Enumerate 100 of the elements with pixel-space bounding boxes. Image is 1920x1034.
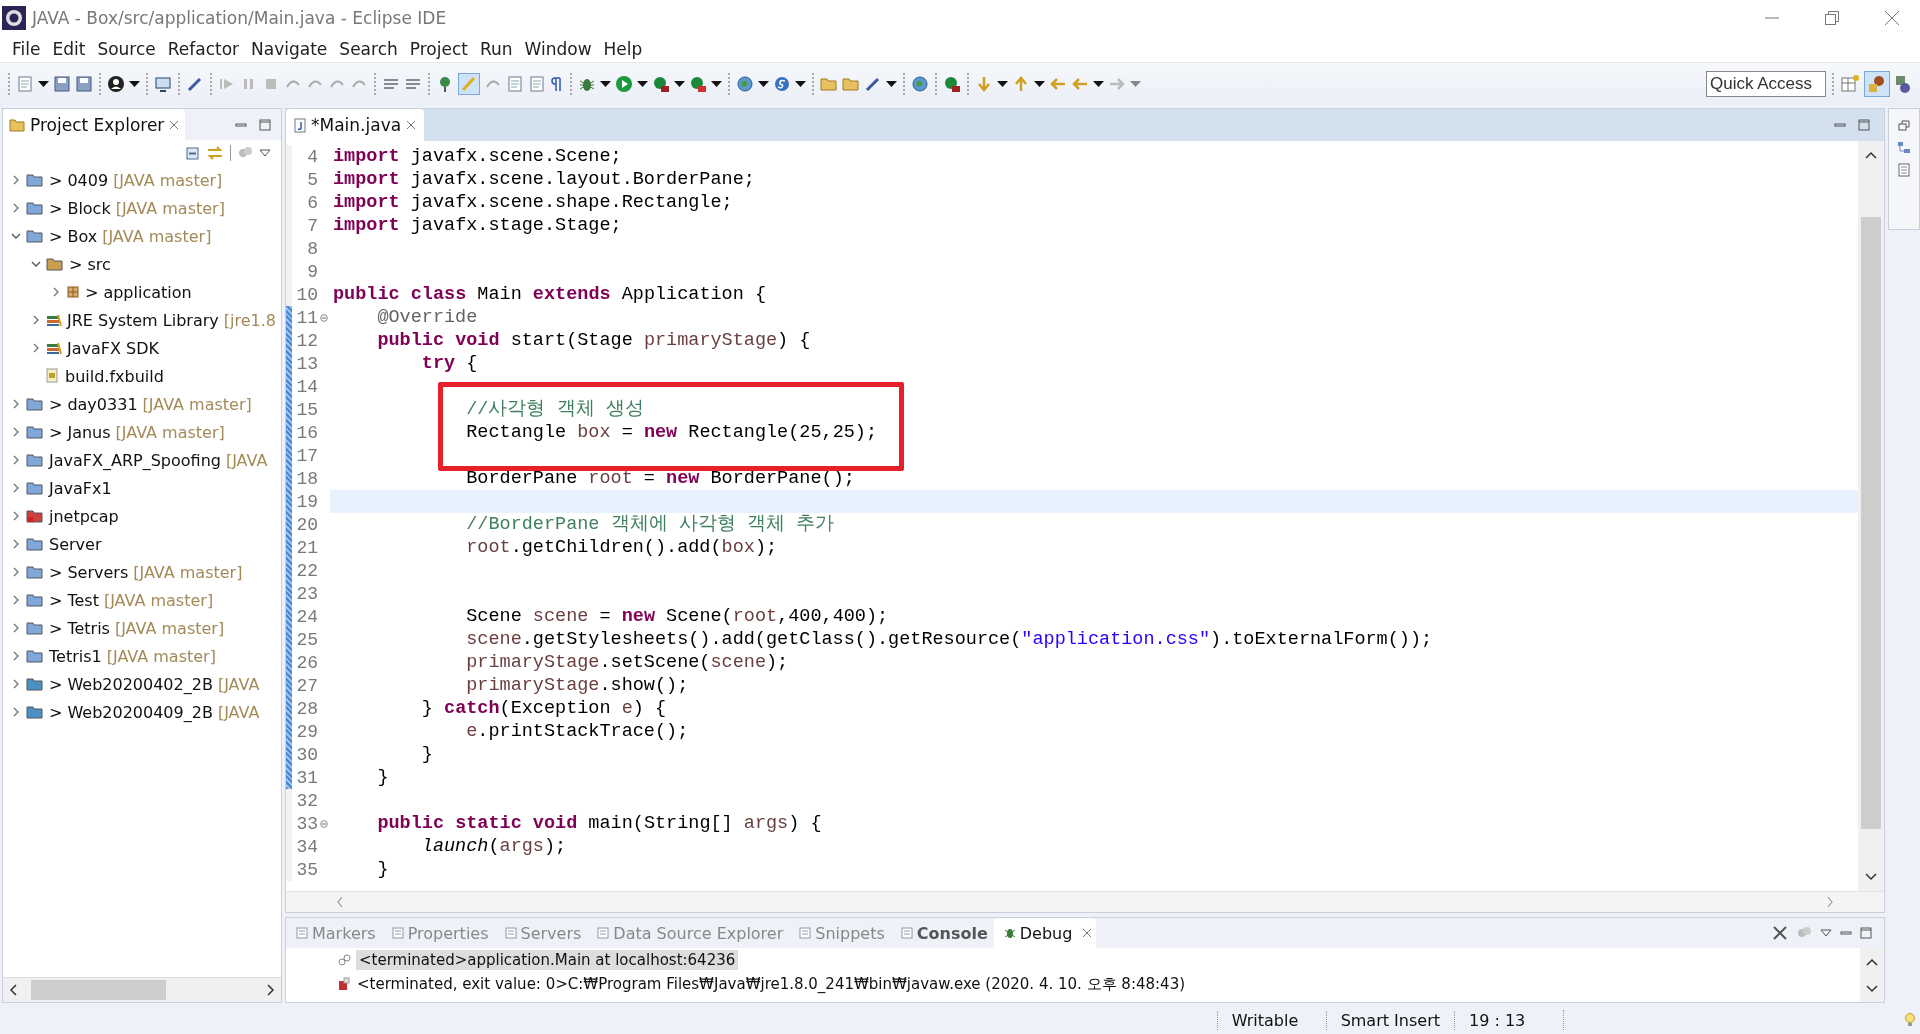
view-tab[interactable]: Console xyxy=(890,918,992,948)
tree-item-label[interactable]: JavaFx1 xyxy=(49,478,112,498)
globe-icon[interactable] xyxy=(911,75,929,93)
tree-item-label[interactable]: Tetris1 xyxy=(49,646,102,666)
menu-item[interactable]: Run xyxy=(474,39,518,59)
chevron-right-icon[interactable] xyxy=(11,567,21,577)
tree-item-label[interactable]: Test xyxy=(67,590,99,610)
maximize-icon[interactable] xyxy=(259,118,271,131)
tree-item-label[interactable]: Block xyxy=(67,198,111,218)
person-icon[interactable] xyxy=(107,75,125,93)
chevron-down-icon[interactable] xyxy=(11,231,21,241)
close-icon[interactable] xyxy=(169,119,180,130)
tree-item-label[interactable]: Janus xyxy=(67,422,111,442)
chevron-right-icon[interactable] xyxy=(31,315,41,325)
menu-item[interactable]: Refactor xyxy=(162,39,245,59)
run-config-icon[interactable] xyxy=(943,75,961,93)
tree-item-label[interactable]: application xyxy=(103,282,192,302)
pilcrow-icon[interactable] xyxy=(550,75,564,93)
pen-icon[interactable] xyxy=(864,75,882,93)
run-config-icon[interactable] xyxy=(652,75,670,93)
fold-icon[interactable] xyxy=(320,819,328,828)
tree-item-label[interactable]: src xyxy=(87,254,111,274)
chevron-right-icon[interactable] xyxy=(11,399,21,409)
chevron-right-icon[interactable] xyxy=(11,427,21,437)
chevron-right-icon[interactable] xyxy=(11,539,21,549)
restore-icon[interactable] xyxy=(1824,10,1840,26)
horizontal-scrollbar[interactable] xyxy=(3,977,281,1002)
task-list-icon[interactable] xyxy=(1897,163,1911,177)
chevron-right-icon[interactable] xyxy=(11,679,21,689)
perspective-icon[interactable] xyxy=(1864,71,1890,97)
folder-icon[interactable] xyxy=(820,75,838,93)
scrollbar-thumb[interactable] xyxy=(1861,217,1881,829)
tab-label[interactable]: Console xyxy=(916,923,988,943)
link-icon[interactable] xyxy=(206,145,224,161)
tree-item-label[interactable]: Server xyxy=(49,534,102,554)
view-menu-icon[interactable] xyxy=(1820,929,1832,937)
caret-icon[interactable] xyxy=(637,81,648,87)
chevron-right-icon[interactable] xyxy=(11,175,21,185)
view-menu-icon[interactable] xyxy=(259,149,271,157)
debug-entry[interactable]: <terminated>application.Main at localhost:64236 xyxy=(356,950,739,970)
tree-item-label[interactable]: Web20200402_2B xyxy=(67,674,213,694)
caret-icon[interactable] xyxy=(1093,81,1104,87)
monitor-icon[interactable] xyxy=(154,75,172,93)
tree-item-label[interactable]: JRE System Library xyxy=(67,310,219,330)
outline-icon[interactable] xyxy=(1897,141,1911,155)
tree-item-label[interactable]: Box xyxy=(67,226,98,246)
menu-item[interactable]: Project xyxy=(404,39,473,59)
caret-icon[interactable] xyxy=(886,81,897,87)
chevron-right-icon[interactable] xyxy=(31,343,41,353)
collapse-all-icon[interactable] xyxy=(184,145,200,161)
tree-item-label[interactable]: JavaFX SDK xyxy=(67,338,159,358)
maximize-icon[interactable] xyxy=(1860,927,1872,939)
tree-item-label[interactable]: Servers xyxy=(67,562,129,582)
class-icon[interactable] xyxy=(773,75,791,93)
chevron-right-icon[interactable] xyxy=(11,707,21,717)
caret-icon[interactable] xyxy=(1034,81,1045,87)
caret-icon[interactable] xyxy=(674,81,685,87)
scroll-down-icon[interactable] xyxy=(1866,984,1878,993)
quick-access-field[interactable]: Quick Access xyxy=(1706,71,1826,97)
menu-item[interactable]: Search xyxy=(334,39,403,59)
close-icon[interactable] xyxy=(406,120,417,130)
remove-terminated-icon[interactable] xyxy=(1772,925,1788,941)
chevron-right-icon[interactable] xyxy=(11,623,21,633)
chevron-right-icon[interactable] xyxy=(11,651,21,661)
pen-icon[interactable] xyxy=(186,75,204,93)
tree-item-label[interactable]: build.fxbuild xyxy=(65,366,164,386)
tree-item-label[interactable]: Tetris xyxy=(67,618,110,638)
scroll-left-icon[interactable] xyxy=(9,984,19,996)
lightbulb-icon[interactable] xyxy=(1904,1012,1916,1028)
caret-icon[interactable] xyxy=(997,81,1008,87)
scroll-right-icon[interactable] xyxy=(265,984,275,996)
chevron-right-icon[interactable] xyxy=(11,595,21,605)
save-icon[interactable] xyxy=(75,75,93,93)
caret-icon[interactable] xyxy=(129,81,140,87)
editor-tab[interactable]: *Main.java xyxy=(286,109,425,141)
fold-icon[interactable] xyxy=(320,313,328,322)
chevron-right-icon[interactable] xyxy=(11,483,21,493)
tree-item-label[interactable]: JavaFX_ARP_Spoofing xyxy=(49,450,221,470)
close-icon[interactable] xyxy=(1082,928,1093,938)
project-explorer-tab[interactable]: Project Explorer xyxy=(3,109,186,140)
tree-item-label[interactable]: day0331 xyxy=(67,394,138,414)
external-tool-icon[interactable] xyxy=(689,75,707,93)
save-icon[interactable] xyxy=(53,75,71,93)
menu-item[interactable]: Edit xyxy=(47,39,91,59)
tree-item-label[interactable]: jnetpcap xyxy=(49,506,119,526)
menu-item[interactable]: Window xyxy=(519,39,597,59)
chevron-right-icon[interactable] xyxy=(11,455,21,465)
caret-icon[interactable] xyxy=(711,81,722,87)
tree-item-label[interactable]: 0409 xyxy=(67,170,109,190)
close-icon[interactable] xyxy=(1884,10,1900,26)
maximize-icon[interactable] xyxy=(1858,119,1870,131)
tree-item-label[interactable]: Web20200409_2B xyxy=(67,702,213,722)
menu-item[interactable]: Source xyxy=(92,39,161,59)
tab-label[interactable]: Debug xyxy=(1019,923,1073,943)
caret-icon[interactable] xyxy=(38,81,49,87)
chevron-right-icon[interactable] xyxy=(51,287,61,297)
debug-entry[interactable]: <terminated, exit value: 0>C:₩Program Files₩Java₩jre1.8.0_241₩bin₩javaw.exe (2020. 4. 10. 오후 8:48:43) xyxy=(354,973,1189,995)
tab-label[interactable]: *Main.java xyxy=(311,115,402,135)
caret-icon[interactable] xyxy=(758,81,769,87)
chevron-down-icon[interactable] xyxy=(31,259,41,269)
